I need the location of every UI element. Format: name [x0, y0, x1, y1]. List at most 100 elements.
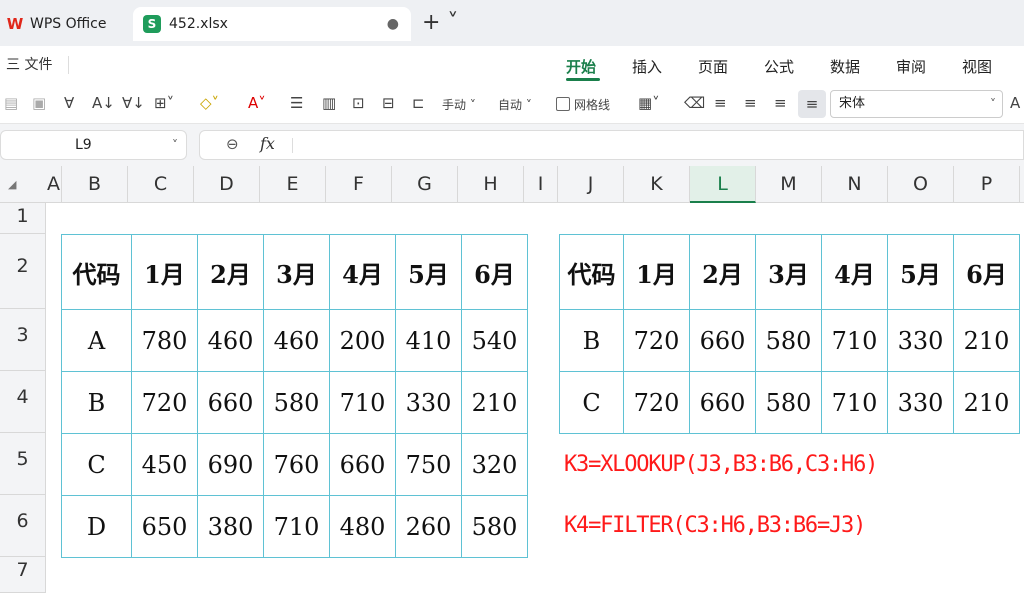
- row-header-4[interactable]: 4: [0, 371, 46, 433]
- table-cell[interactable]: 480: [329, 495, 396, 558]
- new-tab-button[interactable]: + ˅: [422, 11, 458, 35]
- header-cell[interactable]: 4月: [329, 234, 396, 310]
- header-cell[interactable]: 代码: [559, 234, 624, 310]
- table-cell[interactable]: 720: [623, 371, 690, 434]
- header-cell[interactable]: 5月: [395, 234, 462, 310]
- table-cell[interactable]: 210: [953, 309, 1020, 372]
- fill-color-icon[interactable]: ◇˅: [200, 93, 219, 113]
- header-cell[interactable]: 1月: [131, 234, 198, 310]
- table-cell[interactable]: 460: [263, 309, 330, 372]
- column-header-i[interactable]: I: [524, 166, 558, 203]
- table-cell[interactable]: 320: [461, 433, 528, 496]
- header-cell[interactable]: 6月: [953, 234, 1020, 310]
- column-header-c[interactable]: C: [128, 166, 194, 203]
- insert-row-icon[interactable]: ⊡: [352, 93, 365, 113]
- clipboard-icon[interactable]: ▣: [32, 93, 46, 113]
- header-cell[interactable]: 1月: [623, 234, 690, 310]
- column-header-e[interactable]: E: [260, 166, 326, 203]
- table-cell[interactable]: B: [559, 309, 624, 372]
- font-color-icon[interactable]: A˅: [248, 93, 266, 113]
- auto-calc-dropdown[interactable]: 自动 ˅: [498, 95, 532, 115]
- table-cell[interactable]: 690: [197, 433, 264, 496]
- header-cell[interactable]: 2月: [689, 234, 756, 310]
- function-icon[interactable]: fx: [260, 134, 275, 153]
- row-header-3[interactable]: 3: [0, 309, 46, 371]
- sort-filter-icon[interactable]: ∀↓: [122, 93, 145, 113]
- header-cell[interactable]: 3月: [755, 234, 822, 310]
- row-header-7[interactable]: 7: [0, 557, 46, 593]
- sort-ascending-icon[interactable]: A↓: [92, 93, 115, 113]
- table-cell[interactable]: 660: [689, 371, 756, 434]
- table-cell[interactable]: 450: [131, 433, 198, 496]
- row-header-1[interactable]: 1: [0, 203, 46, 234]
- table-cell[interactable]: 780: [131, 309, 198, 372]
- row-header-5[interactable]: 5: [0, 433, 46, 495]
- table-cell[interactable]: 200: [329, 309, 396, 372]
- ribbon-tab-review[interactable]: 审阅: [896, 56, 926, 77]
- table-cell[interactable]: 650: [131, 495, 198, 558]
- table-cell[interactable]: 580: [755, 371, 822, 434]
- column-header-l[interactable]: L: [690, 166, 756, 203]
- header-cell[interactable]: 5月: [887, 234, 954, 310]
- row-header-6[interactable]: 6: [0, 495, 46, 557]
- ribbon-tab-home[interactable]: 开始: [566, 56, 596, 77]
- column-header-n[interactable]: N: [822, 166, 888, 203]
- ribbon-tab-data[interactable]: 数据: [830, 56, 860, 77]
- clear-format-icon[interactable]: ⌫: [684, 93, 705, 113]
- align-right-icon[interactable]: ≡: [774, 93, 787, 113]
- header-cell[interactable]: 4月: [821, 234, 888, 310]
- freeze-pane-icon[interactable]: ⊏: [412, 93, 425, 113]
- table-cell[interactable]: 660: [197, 371, 264, 434]
- column-header-k[interactable]: K: [624, 166, 690, 203]
- table-cell[interactable]: 210: [461, 371, 528, 434]
- table-cell[interactable]: A: [61, 309, 132, 372]
- header-cell[interactable]: 2月: [197, 234, 264, 310]
- wrap-text-icon[interactable]: ☰: [290, 93, 303, 113]
- column-header-f[interactable]: F: [326, 166, 392, 203]
- table-cell[interactable]: 710: [263, 495, 330, 558]
- align-left-icon[interactable]: ≡: [714, 93, 727, 113]
- column-header-j[interactable]: J: [558, 166, 624, 203]
- table-cell[interactable]: 260: [395, 495, 462, 558]
- tab-wps-office[interactable]: W WPS Office: [0, 7, 128, 41]
- column-header-d[interactable]: D: [194, 166, 260, 203]
- ribbon-tab-formula[interactable]: 公式: [764, 56, 794, 77]
- header-cell[interactable]: 3月: [263, 234, 330, 310]
- merge-cells-icon[interactable]: ▥: [322, 93, 336, 113]
- manual-calc-dropdown[interactable]: 手动 ˅: [442, 95, 476, 115]
- header-cell[interactable]: 6月: [461, 234, 528, 310]
- row-header-2[interactable]: 2: [0, 234, 46, 309]
- name-box[interactable]: L9 ˅: [0, 130, 187, 160]
- table-cell[interactable]: C: [559, 371, 624, 434]
- table-cell[interactable]: 660: [329, 433, 396, 496]
- ribbon-tab-insert[interactable]: 插入: [632, 56, 662, 77]
- font-family-select[interactable]: 宋体 ˅: [830, 90, 1003, 118]
- ribbon-tab-page[interactable]: 页面: [698, 56, 728, 77]
- tab-file[interactable]: S 452.xlsx ●: [133, 7, 411, 41]
- table-cell[interactable]: 580: [263, 371, 330, 434]
- formula-input[interactable]: ⊖ fx: [199, 130, 1024, 160]
- table-cell[interactable]: 540: [461, 309, 528, 372]
- align-center-icon[interactable]: ≡: [744, 93, 757, 113]
- table-cell[interactable]: 410: [395, 309, 462, 372]
- table-cell[interactable]: 720: [131, 371, 198, 434]
- table-cell[interactable]: 580: [755, 309, 822, 372]
- border-icon[interactable]: ⊞˅: [154, 93, 174, 113]
- column-header-g[interactable]: G: [392, 166, 458, 203]
- table-cell[interactable]: 580: [461, 495, 528, 558]
- table-cell[interactable]: 330: [887, 371, 954, 434]
- gridlines-toggle[interactable]: 网格线: [556, 95, 610, 115]
- zoom-icon[interactable]: ⊖: [226, 135, 239, 153]
- column-header-h[interactable]: H: [458, 166, 524, 203]
- file-menu[interactable]: 三 文件: [6, 54, 52, 74]
- column-header-m[interactable]: M: [756, 166, 822, 203]
- table-cell[interactable]: C: [61, 433, 132, 496]
- justify-icon[interactable]: ≡: [798, 90, 826, 118]
- table-cell[interactable]: 710: [329, 371, 396, 434]
- table-cell[interactable]: 210: [953, 371, 1020, 434]
- table-cell[interactable]: 760: [263, 433, 330, 496]
- select-all-corner[interactable]: ◢: [8, 178, 16, 191]
- table-cell[interactable]: 380: [197, 495, 264, 558]
- column-header-o[interactable]: O: [888, 166, 954, 203]
- insert-column-icon[interactable]: ⊟: [382, 93, 395, 113]
